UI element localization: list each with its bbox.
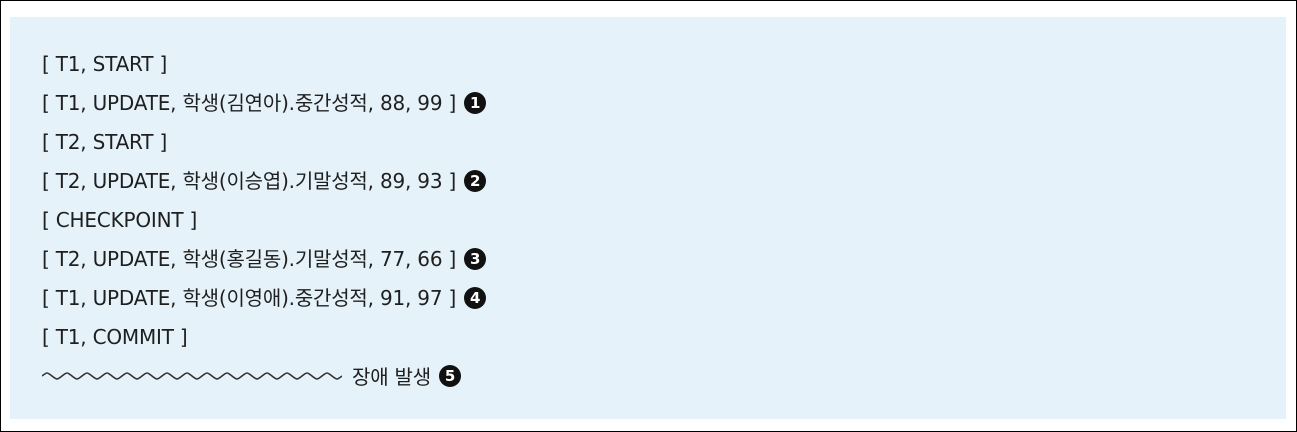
wavy-line-icon [42, 371, 342, 380]
log-line-text: [ T1, UPDATE, 학생(김연아).중간성적, 88, 99 ] [42, 91, 457, 115]
log-line-2: [ T1, UPDATE, 학생(김연아).중간성적, 88, 99 ] 1 [42, 84, 487, 123]
failure-label: 장애 발생 [352, 365, 431, 389]
log-line-3: [ T2, START ] [42, 123, 486, 162]
log-line-6: [ T2, UPDATE, 학생(홍길동).기말성적, 77, 66 ] 3 [42, 240, 487, 279]
circled-number-4-icon: 4 [464, 286, 487, 309]
log-line-text: [ T1, START ] [42, 52, 168, 76]
log-line-text: [ CHECKPOINT ] [42, 208, 198, 232]
circled-number-2-icon: 2 [464, 169, 487, 192]
log-line-text: [ T1, COMMIT ] [42, 325, 188, 349]
circled-number-1-icon: 1 [464, 91, 487, 114]
figure-frame: [ T1, START ] [ T1, UPDATE, 학생(김연아).중간성적… [0, 0, 1297, 432]
log-line-1: [ T1, START ] [42, 45, 486, 84]
log-line-8: [ T1, COMMIT ] [42, 318, 486, 357]
log-lines: [ T1, START ] [ T1, UPDATE, 학생(김연아).중간성적… [42, 45, 487, 396]
circled-number-3-icon: 3 [464, 247, 487, 270]
log-line-text: [ T2, START ] [42, 130, 168, 154]
log-line-7: [ T1, UPDATE, 학생(이영애).중간성적, 91, 97 ] 4 [42, 279, 487, 318]
log-panel: [ T1, START ] [ T1, UPDATE, 학생(김연아).중간성적… [10, 17, 1286, 419]
log-line-text: [ T2, UPDATE, 학생(이승엽).기말성적, 89, 93 ] [42, 169, 457, 193]
log-line-4: [ T2, UPDATE, 학생(이승엽).기말성적, 89, 93 ] 2 [42, 162, 487, 201]
log-line-5: [ CHECKPOINT ] [42, 201, 486, 240]
log-line-text: [ T1, UPDATE, 학생(이영애).중간성적, 91, 97 ] [42, 286, 457, 310]
failure-line: 장애 발생 5 [42, 357, 486, 396]
circled-number-5-icon: 5 [438, 364, 461, 387]
log-line-text: [ T2, UPDATE, 학생(홍길동).기말성적, 77, 66 ] [42, 247, 457, 271]
